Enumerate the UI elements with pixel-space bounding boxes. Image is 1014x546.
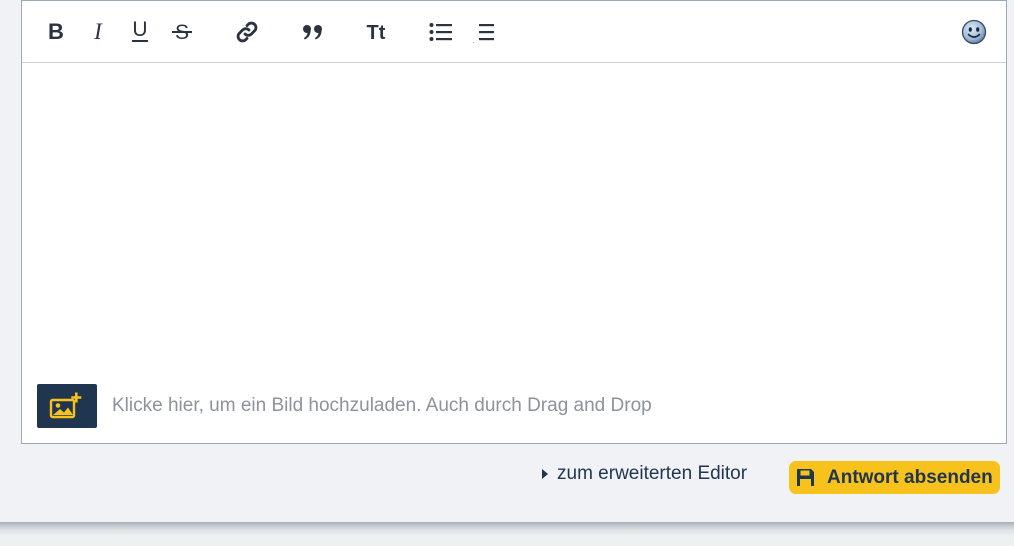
submit-reply-button[interactable]: Antwort absenden bbox=[789, 461, 1000, 494]
numbered-list-button[interactable]: 123 bbox=[468, 15, 498, 49]
numbered-list-glyph: 123 bbox=[471, 42, 475, 43]
reply-form: B I U S Tt Klicke hier, um ein Bild hoch… bbox=[0, 0, 1014, 546]
advanced-editor-link[interactable]: zum erweiterten Editor bbox=[542, 462, 747, 486]
quote-icon bbox=[303, 25, 322, 40]
save-icon bbox=[797, 469, 814, 486]
emoji-icon bbox=[961, 19, 987, 45]
italic-glyph: I bbox=[93, 21, 103, 43]
text-size-button[interactable]: Tt bbox=[359, 15, 393, 49]
image-upload-icon bbox=[49, 392, 82, 419]
bullet-list-button[interactable] bbox=[426, 15, 456, 49]
text-size-glyph: Tt bbox=[367, 22, 386, 43]
message-textarea[interactable] bbox=[22, 63, 1006, 363]
strikethrough-icon: S bbox=[172, 21, 192, 43]
underline-button[interactable]: U bbox=[126, 15, 154, 49]
image-upload-hint: Klicke hier, um ein Bild hochzuladen. Au… bbox=[112, 395, 652, 416]
numbered-list-icon: 123 bbox=[471, 24, 494, 43]
quote-button[interactable] bbox=[297, 15, 329, 49]
bottom-divider bbox=[0, 522, 1014, 546]
underline-glyph: U bbox=[132, 19, 147, 41]
emoji-button[interactable] bbox=[959, 15, 989, 49]
bold-icon: B bbox=[48, 21, 64, 43]
link-button[interactable] bbox=[231, 15, 263, 49]
italic-icon: I bbox=[93, 21, 103, 43]
message-editor: B I U S Tt Klicke hier, um ein Bild hoch… bbox=[21, 0, 1007, 444]
bold-glyph: B bbox=[48, 21, 64, 43]
image-upload-area[interactable]: Klicke hier, um ein Bild hochzuladen. Au… bbox=[37, 384, 652, 428]
editor-toolbar: B I U S Tt bbox=[22, 1, 1006, 63]
triangle-right-icon bbox=[542, 469, 548, 479]
advanced-editor-label: zum erweiterten Editor bbox=[557, 463, 748, 484]
bullet-list-icon bbox=[429, 23, 452, 41]
italic-button[interactable]: I bbox=[84, 15, 112, 49]
strikethrough-button[interactable]: S bbox=[168, 15, 196, 49]
image-upload-button[interactable] bbox=[37, 384, 97, 428]
underline-icon: U bbox=[132, 19, 148, 42]
link-icon bbox=[236, 21, 258, 43]
submit-reply-label: Antwort absenden bbox=[827, 466, 993, 488]
bold-button[interactable]: B bbox=[42, 15, 70, 49]
text-size-icon: Tt bbox=[367, 22, 386, 43]
